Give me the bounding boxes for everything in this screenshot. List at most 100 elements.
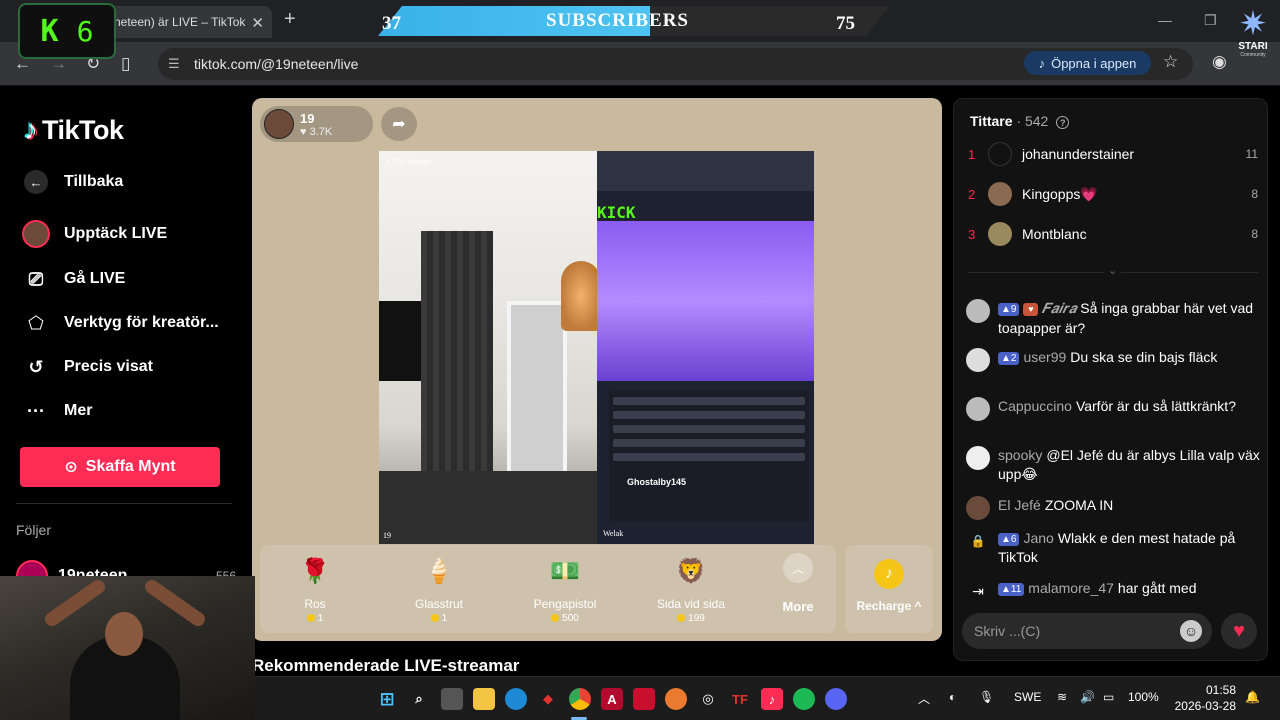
- tab-close-icon[interactable]: ✕: [251, 14, 264, 32]
- heart-icon: ♥: [300, 125, 307, 138]
- creator-tag: LIVE-kreatör: [387, 157, 431, 166]
- back-nav-item[interactable]: ← Tillbaka: [22, 168, 123, 196]
- split-view-icon[interactable]: ▯: [121, 54, 130, 74]
- sidebar-item-more[interactable]: ··· Mer: [22, 397, 92, 425]
- chat-user[interactable]: Jano: [1023, 530, 1053, 546]
- language-indicator[interactable]: SWE: [1014, 690, 1041, 704]
- level-badge: ▲2: [998, 352, 1020, 365]
- obs-icon[interactable]: ◎: [697, 688, 719, 710]
- file-explorer-icon[interactable]: [473, 688, 495, 710]
- more-gifts-button[interactable]: ︿ More: [768, 553, 828, 614]
- chevron-up-icon[interactable]: ︿: [918, 690, 930, 707]
- join-message: ⇥ ▲11 malamore_47 har gått med: [966, 579, 1261, 603]
- wifi-icon[interactable]: ≋: [1057, 690, 1067, 704]
- volume-icon[interactable]: 🔊: [1080, 690, 1095, 704]
- avatar: [22, 220, 50, 248]
- discord-icon[interactable]: [825, 688, 847, 710]
- subscriber-goal-bar: 37 SUBSCRIBERS 75: [350, 6, 890, 36]
- chat-message: Cappuccino Varför är du så lättkränkt?: [966, 397, 1261, 421]
- viewers-header[interactable]: Tittare · 542 ?: [970, 113, 1070, 129]
- app-tray-icon[interactable]: ◐: [949, 690, 956, 704]
- app-icon[interactable]: [665, 688, 687, 710]
- new-tab-icon[interactable]: +: [284, 8, 296, 31]
- sidebar-item-label: Upptäck LIVE: [64, 225, 168, 242]
- avatar[interactable]: [966, 397, 990, 421]
- battery-icon[interactable]: ▭: [1103, 690, 1114, 704]
- viewer-rank: 1: [968, 146, 976, 162]
- live-video[interactable]: LIVE-kreatör 19 KICK Ghostalby145 Welak: [379, 151, 814, 544]
- time: 01:58: [1205, 683, 1236, 697]
- chat-user[interactable]: malamore_47: [1028, 580, 1114, 596]
- chrome-icon[interactable]: [569, 688, 591, 710]
- windows-start-icon[interactable]: ⊞: [376, 688, 398, 710]
- tiktok-coin-icon: ♪: [874, 559, 904, 589]
- gift-item[interactable]: 🌹 Ros 1: [260, 553, 370, 625]
- sidebar-item-discover-live[interactable]: Upptäck LIVE: [22, 220, 167, 248]
- gift-item[interactable]: 🍦 Glasstrut 1: [384, 553, 494, 625]
- chat-user[interactable]: spooky: [998, 447, 1042, 463]
- more-label: More: [782, 599, 814, 614]
- minimize-icon[interactable]: —: [1158, 12, 1172, 28]
- sidebar-item-go-live[interactable]: ⎚ Gå LIVE: [22, 265, 126, 293]
- top-viewer-row[interactable]: 2 Kingopps💗 8: [968, 182, 1258, 206]
- help-icon[interactable]: ?: [1056, 116, 1070, 129]
- top-viewer-row[interactable]: 3 Montblanc 8: [968, 222, 1258, 246]
- host-info[interactable]: 19 ♥ 3.7K: [260, 106, 373, 142]
- search-icon[interactable]: ⌕: [408, 688, 430, 710]
- avatar: [988, 182, 1012, 206]
- avatar: [988, 142, 1012, 166]
- chat-user[interactable]: El Jefé: [998, 497, 1041, 513]
- microphone-icon[interactable]: 🎙: [979, 690, 994, 704]
- avatar[interactable]: [966, 496, 990, 520]
- chat-message: spooky @El Jefé du är albys Lilla valp vä…: [966, 446, 1261, 484]
- chat-user[interactable]: user99: [1023, 349, 1066, 365]
- like-count: 3.7K: [309, 125, 333, 138]
- gift-item[interactable]: 🦁 Sida vid sida 199: [636, 553, 746, 625]
- top-viewer-row[interactable]: 1 johanunderstainer 11: [968, 142, 1258, 166]
- avatar[interactable]: [966, 348, 990, 372]
- host-avatar: [264, 109, 294, 139]
- chat-input[interactable]: Skriv ...(C) ☺: [962, 613, 1212, 649]
- share-icon[interactable]: ➦: [381, 107, 417, 141]
- chevron-down-icon[interactable]: ⌄: [1104, 264, 1122, 277]
- sidebar-item-recently-viewed[interactable]: ↺ Precis visat: [22, 353, 153, 381]
- spotify-icon[interactable]: [793, 688, 815, 710]
- site-info-icon[interactable]: ☰: [168, 56, 180, 72]
- app-icon[interactable]: TF: [729, 688, 751, 710]
- badge-icon: ▲: [1001, 304, 1011, 315]
- avatar[interactable]: [966, 299, 990, 323]
- get-coins-button[interactable]: ⊙ Skaffa Mynt: [20, 447, 220, 487]
- gift-item[interactable]: 💵 Pengapistol 500: [510, 553, 620, 625]
- mcafee-icon[interactable]: [633, 688, 655, 710]
- kick-count: 6: [76, 14, 94, 48]
- open-in-app-button[interactable]: ♪ Öppna i appen: [1024, 51, 1151, 75]
- viewer-score: 8: [1251, 187, 1258, 201]
- recharge-button[interactable]: ♪ Recharge ^: [845, 545, 933, 633]
- ice-cream-gift-icon: 🍦: [424, 557, 454, 585]
- bookmark-star-icon[interactable]: ☆: [1163, 52, 1178, 72]
- stari-subtitle: Community: [1240, 52, 1266, 58]
- chat-user[interactable]: Cappuccino: [998, 398, 1072, 414]
- like-heart-button[interactable]: ♥: [1221, 613, 1257, 649]
- join-icon: ⇥: [966, 579, 990, 603]
- sidebar-item-creator-tools[interactable]: ⬠ Verktyg för kreatör...: [22, 309, 219, 337]
- gift-bar: 🌹 Ros 1 🍦 Glasstrut 1 💵 Pengapistol 500 …: [260, 545, 836, 633]
- edge-icon[interactable]: [505, 688, 527, 710]
- chat-user[interactable]: 𝑭𝒂𝒊𝒓𝒂: [1041, 302, 1076, 317]
- adobe-icon[interactable]: A: [601, 688, 623, 710]
- clock[interactable]: 01:58 2026-03-28: [1172, 682, 1236, 714]
- tiktok-icon[interactable]: ♪: [761, 688, 783, 710]
- maximize-icon[interactable]: ❐: [1204, 12, 1217, 29]
- app-icon[interactable]: ◆: [537, 688, 559, 710]
- viewer-score: 11: [1245, 147, 1258, 161]
- inset-username: Ghostalby145: [627, 477, 687, 487]
- task-view-icon[interactable]: [441, 688, 463, 710]
- more-dots-icon: ···: [27, 400, 45, 421]
- avatar[interactable]: [966, 446, 990, 470]
- profile-icon[interactable]: ◉: [1212, 52, 1227, 72]
- streamer-webcam-overlay: [0, 576, 255, 720]
- tiktok-logo[interactable]: ♪ TikTok: [24, 114, 124, 146]
- fan-badge-icon: ♥: [1023, 303, 1039, 316]
- notification-icon[interactable]: 🔔: [1245, 690, 1260, 704]
- emoji-icon[interactable]: ☺: [1180, 620, 1202, 642]
